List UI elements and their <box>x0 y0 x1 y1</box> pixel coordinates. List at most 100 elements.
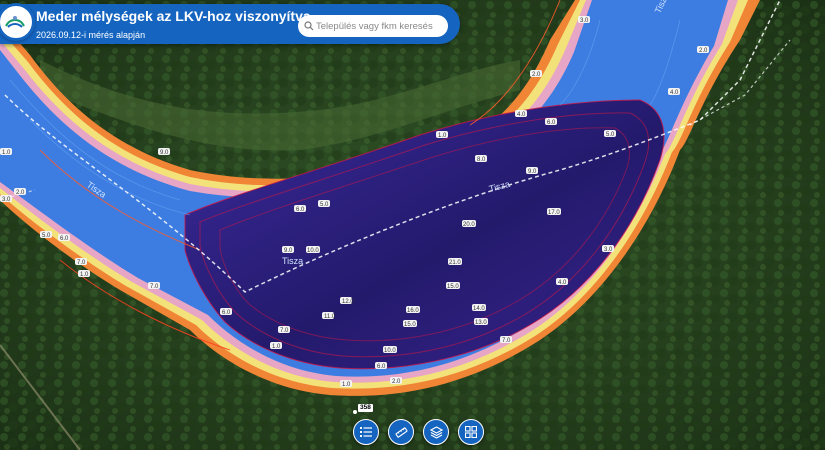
depth-label: 20.0 <box>462 220 476 228</box>
depth-label: 10.0 <box>306 246 320 254</box>
app-header: Meder mélységek az LKV-hoz viszonyítva 2… <box>0 3 460 44</box>
depth-label: 9.0 <box>282 246 294 254</box>
ruler-icon <box>394 426 408 438</box>
depth-label: 17.0 <box>547 208 561 216</box>
measure-button[interactable] <box>388 419 414 445</box>
svg-text:3.0: 3.0 <box>2 197 11 203</box>
depth-label: 15.0 <box>403 320 417 328</box>
map-toolbar <box>353 419 484 445</box>
svg-text:10.0: 10.0 <box>384 348 396 354</box>
depth-label: 5.0 <box>40 231 52 239</box>
depth-label: 2.0 <box>697 46 709 54</box>
depth-label: 2.0 <box>390 377 402 385</box>
river-label: Tisza <box>282 256 303 266</box>
svg-text:6.0: 6.0 <box>547 120 556 126</box>
depth-label: 16.0 <box>406 306 420 314</box>
depth-label: 4.0 <box>668 88 680 96</box>
depth-label: 7.0 <box>278 326 290 334</box>
depth-label: 14.0 <box>472 304 486 312</box>
depth-label: 5.0 <box>318 200 330 208</box>
svg-text:7.0: 7.0 <box>280 328 289 334</box>
depth-label: 6.0 <box>545 118 557 126</box>
legend-button[interactable] <box>353 419 379 445</box>
svg-text:2.0: 2.0 <box>16 190 25 196</box>
depth-label: 11.0 <box>322 312 336 320</box>
depth-label: 9.0 <box>526 167 538 175</box>
depth-label: 6.0 <box>294 205 306 213</box>
layers-icon <box>429 425 443 439</box>
svg-text:9.0: 9.0 <box>528 169 537 175</box>
basemap-gallery-button[interactable] <box>458 419 484 445</box>
svg-text:9.0: 9.0 <box>284 248 293 254</box>
svg-text:13.0: 13.0 <box>475 320 487 326</box>
depth-label: 7.0 <box>75 258 87 266</box>
depth-label: 1.0 <box>436 131 448 139</box>
svg-text:16.0: 16.0 <box>407 308 419 314</box>
depth-label: 5.0 <box>604 130 616 138</box>
svg-text:7.0: 7.0 <box>150 284 159 290</box>
depth-label: 2.0 <box>530 70 542 78</box>
svg-text:10.0: 10.0 <box>307 248 319 254</box>
svg-text:14.0: 14.0 <box>473 306 485 312</box>
depth-label: 12.0 <box>340 297 354 305</box>
svg-text:1.0: 1.0 <box>80 272 89 278</box>
depth-label: 1.0 <box>270 342 282 350</box>
depth-label: 6.0 <box>58 234 70 242</box>
depth-label: 15.0 <box>446 282 460 290</box>
depth-label: 2.0 <box>14 188 26 196</box>
svg-text:7.0: 7.0 <box>77 260 86 266</box>
depth-label: 6.0 <box>375 362 387 370</box>
svg-text:5.0: 5.0 <box>320 202 329 208</box>
depth-label: 4.0 <box>556 278 568 286</box>
svg-text:1.0: 1.0 <box>2 150 11 156</box>
svg-text:1.0: 1.0 <box>272 344 281 350</box>
svg-text:9.0: 9.0 <box>160 150 169 156</box>
depth-label: 4.0 <box>515 110 527 118</box>
svg-text:7.0: 7.0 <box>502 338 511 344</box>
svg-text:15.0: 15.0 <box>404 322 416 328</box>
layers-button[interactable] <box>423 419 449 445</box>
page-subtitle: 2026.09.12-i mérés alapján <box>36 30 146 40</box>
depth-label: 3.0 <box>0 195 12 203</box>
list-icon <box>360 427 372 437</box>
river-km-point <box>353 410 357 414</box>
depth-label: 9.0 <box>158 148 170 156</box>
svg-text:2.0: 2.0 <box>392 379 401 385</box>
depth-label: 21.0 <box>448 258 462 266</box>
svg-text:4.0: 4.0 <box>517 112 526 118</box>
depth-label: 7.0 <box>148 282 160 290</box>
svg-text:15.0: 15.0 <box>447 284 459 290</box>
svg-text:4.0: 4.0 <box>670 90 679 96</box>
svg-text:6.0: 6.0 <box>60 236 69 242</box>
depth-label: 10.0 <box>383 346 397 354</box>
agency-logo-icon <box>0 3 35 41</box>
svg-text:6.0: 6.0 <box>377 364 386 370</box>
depth-label: 1.0 <box>340 380 352 388</box>
svg-text:12.0: 12.0 <box>342 299 354 305</box>
depth-label: 1.0 <box>78 270 90 278</box>
svg-text:3.0: 3.0 <box>604 247 613 253</box>
svg-text:11.0: 11.0 <box>324 314 336 320</box>
page-title: Meder mélységek az LKV-hoz viszonyítva <box>36 8 311 24</box>
river-km-label: 358 <box>358 404 373 412</box>
svg-text:8.0: 8.0 <box>477 157 486 163</box>
svg-text:21.0: 21.0 <box>449 260 461 266</box>
svg-text:20.0: 20.0 <box>463 222 475 228</box>
depth-label: 8.0 <box>475 155 487 163</box>
search-input[interactable] <box>298 15 448 37</box>
depth-label: 6.0 <box>220 308 232 316</box>
svg-text:1.0: 1.0 <box>342 382 351 388</box>
depth-label: 3.0 <box>578 16 590 24</box>
map-view[interactable]: Tisza Tisza Tisza Tisza 1.0 4.0 6.0 5.0 … <box>0 0 825 450</box>
svg-text:6.0: 6.0 <box>222 310 231 316</box>
depth-label: 13.0 <box>474 318 488 326</box>
svg-text:6.0: 6.0 <box>296 207 305 213</box>
svg-text:5.0: 5.0 <box>606 132 615 138</box>
svg-text:1.0: 1.0 <box>438 133 447 139</box>
svg-text:17.0: 17.0 <box>548 210 560 216</box>
svg-text:2.0: 2.0 <box>532 72 541 78</box>
svg-text:4.0: 4.0 <box>558 280 567 286</box>
svg-text:2.0: 2.0 <box>699 48 708 54</box>
search-icon <box>304 21 314 31</box>
svg-text:3.0: 3.0 <box>580 18 589 24</box>
